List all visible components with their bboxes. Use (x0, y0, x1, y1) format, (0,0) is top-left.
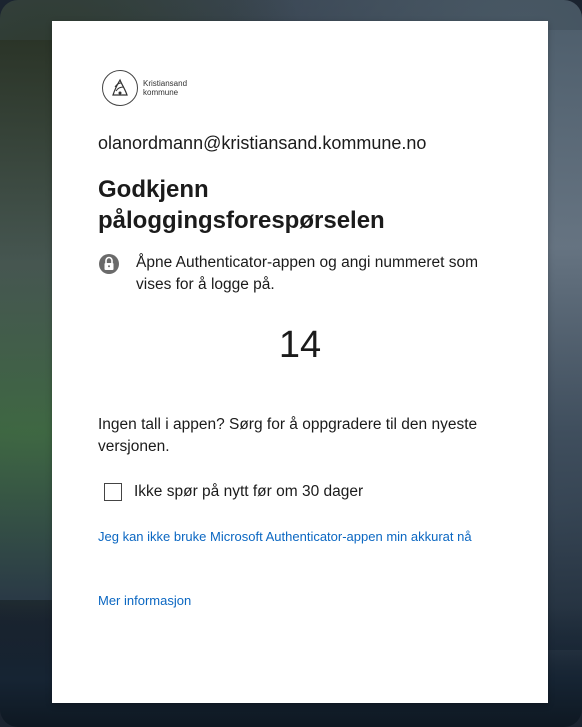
logo-line-1: Kristiansand (143, 79, 188, 88)
instruction-row: Åpne Authenticator-appen og angi nummere… (98, 252, 518, 296)
organization-logo: Kristiansand kommune (102, 70, 187, 106)
remember-checkbox-label[interactable]: Ikke spør på nytt før om 30 dager (134, 483, 363, 501)
remember-checkbox[interactable] (104, 483, 122, 501)
account-email: olanordmann@kristiansand.kommune.no (98, 133, 427, 153)
logo-text: Kristiansand kommune (143, 79, 187, 97)
page-title-line-1: Godkjenn (98, 176, 209, 203)
instruction-text: Åpne Authenticator-appen og angi nummere… (136, 254, 479, 293)
upgrade-note: Ingen tall i appen? Sørg for å oppgrader… (98, 416, 478, 455)
sign-in-card: Kristiansand kommune olanordmann@kristia… (52, 21, 548, 703)
page-title-line-2: påloggingsforespørselen (98, 207, 385, 234)
remember-checkbox-row[interactable]: Ikke spør på nytt før om 30 dager (104, 483, 363, 501)
cannot-use-authenticator-link[interactable]: Jeg kan ikke bruke Microsoft Authenticat… (98, 526, 498, 547)
logo-line-2: kommune (143, 88, 179, 97)
crest-icon (102, 70, 138, 106)
more-info-link[interactable]: Mer informasjon (98, 590, 191, 611)
verification-number: 14 (278, 324, 322, 366)
lock-icon (98, 253, 120, 275)
background-hillside-left (0, 40, 60, 600)
page-title: Godkjenn påloggingsforespørselen (98, 174, 518, 236)
